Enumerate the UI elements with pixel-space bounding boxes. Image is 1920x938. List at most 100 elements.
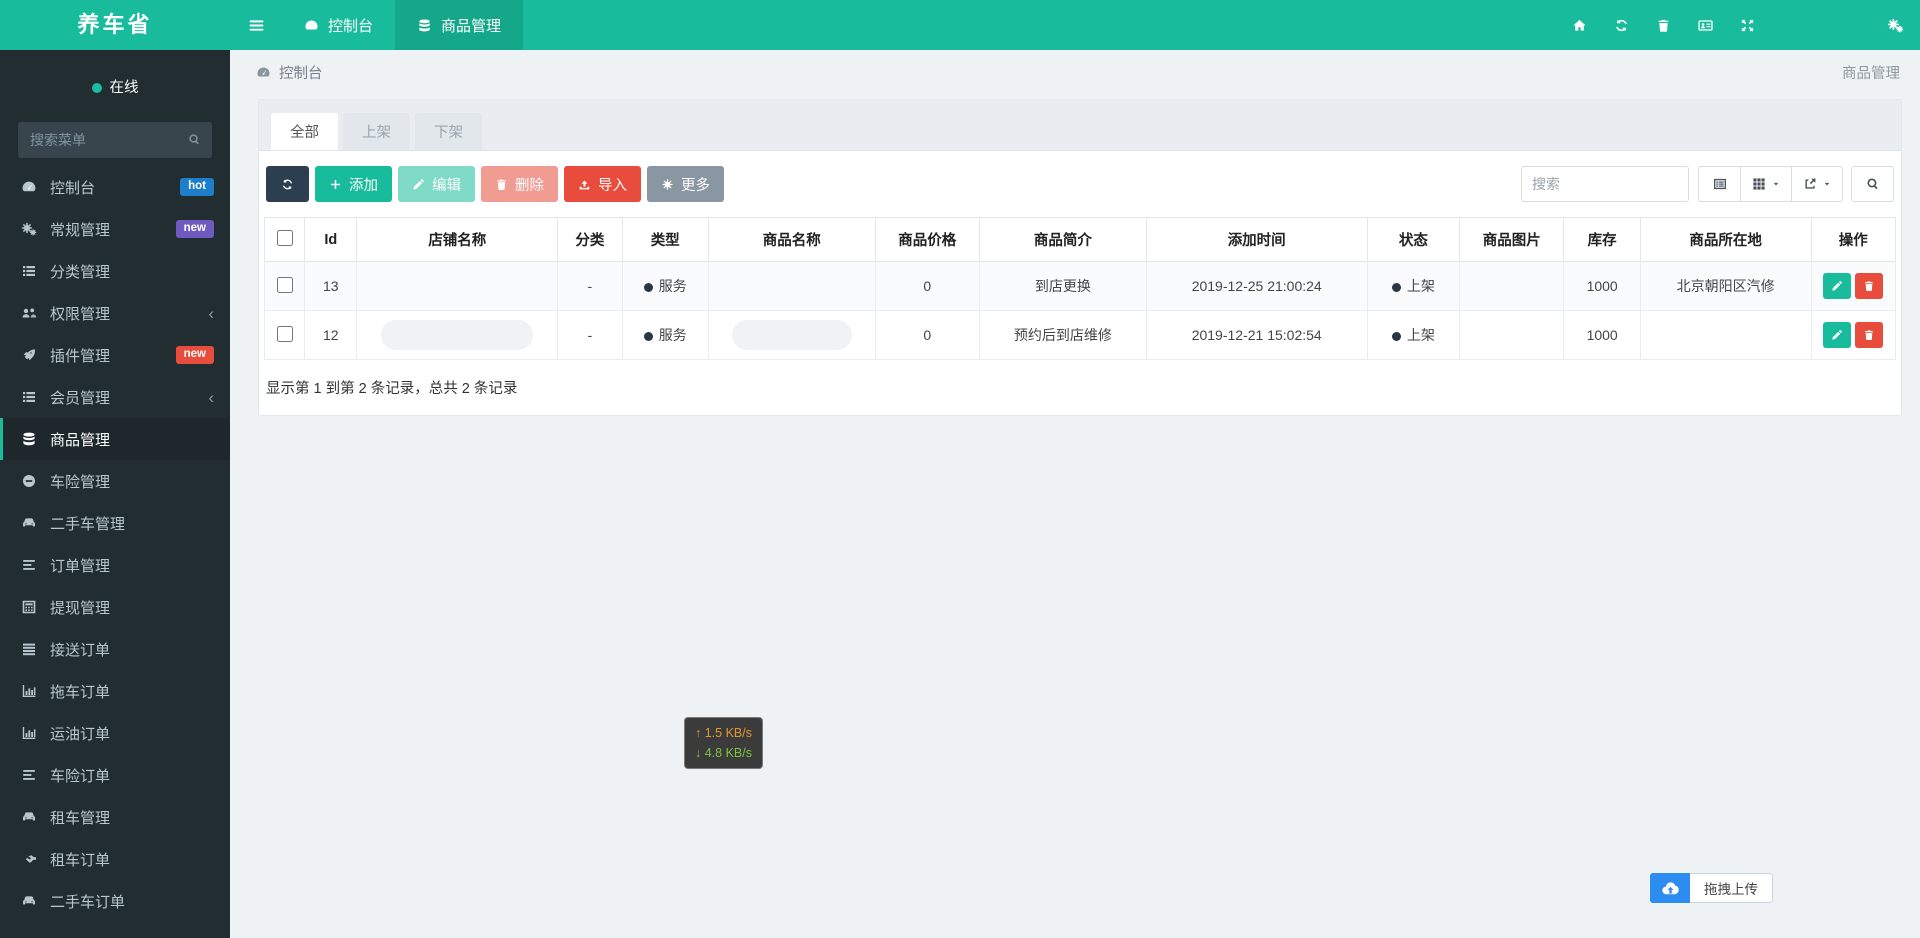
- top-tab-控制台[interactable]: 控制台: [282, 0, 395, 50]
- minus-circle-icon: [21, 473, 37, 489]
- sidebar-item-分类管理[interactable]: 分类管理: [0, 250, 230, 292]
- sidebar-item-label: 车险订单: [50, 767, 111, 785]
- trash-button[interactable]: [1656, 18, 1671, 33]
- column-header[interactable]: 商品简介: [979, 217, 1147, 262]
- column-header[interactable]: Id: [304, 217, 358, 262]
- handshake-icon: [21, 851, 37, 867]
- columns-button[interactable]: [1740, 166, 1792, 202]
- caret-down-icon: [1772, 180, 1780, 188]
- breadcrumb-label[interactable]: 控制台: [279, 62, 323, 83]
- sidebar-item-运油订单[interactable]: 运油订单: [0, 712, 230, 754]
- cell-stock: 1000: [1563, 310, 1641, 360]
- cloud-upload-button[interactable]: [1650, 873, 1690, 903]
- grid-icon: [1752, 177, 1766, 191]
- edit-button[interactable]: 编辑: [398, 166, 475, 202]
- calculator-icon: [21, 599, 37, 615]
- toggle-view-button[interactable]: [1698, 166, 1741, 202]
- edit-row-button[interactable]: [1823, 273, 1852, 299]
- delete-button[interactable]: 删除: [481, 166, 558, 202]
- app-logo[interactable]: 养车省: [0, 0, 230, 50]
- sidebar-item-label: 权限管理: [50, 305, 111, 323]
- sidebar-item-订单管理[interactable]: 订单管理: [0, 544, 230, 586]
- sidebar-item-label: 分类管理: [50, 263, 111, 281]
- home-button[interactable]: [1572, 18, 1587, 33]
- export-icon: [1803, 177, 1817, 191]
- cell-price: 0: [874, 310, 981, 360]
- sidebar-item-商品管理[interactable]: 商品管理: [0, 418, 230, 460]
- cell-name: [707, 310, 876, 360]
- add-button[interactable]: 添加: [315, 166, 392, 202]
- sidebar-search-input[interactable]: [18, 122, 212, 158]
- more-button[interactable]: 更多: [647, 166, 724, 202]
- column-header[interactable]: 添加时间: [1145, 217, 1368, 262]
- cell-actions: [1810, 261, 1897, 311]
- sidebar-item-label: 接送订单: [50, 641, 111, 659]
- sidebar-item-接送订单[interactable]: 接送订单: [0, 628, 230, 670]
- filter-tab-全部[interactable]: 全部: [271, 113, 338, 150]
- sidebar-item-label: 租车管理: [50, 809, 111, 827]
- table-row: 13 - 服务 0 到店更换 2019-12-25 21:00:24 上架 1000 北京朝阳区…: [263, 261, 1897, 311]
- column-header[interactable]: 商品价格: [874, 217, 981, 262]
- car-icon: [21, 893, 37, 909]
- table-search-input[interactable]: [1521, 166, 1689, 202]
- column-header[interactable]: 类型: [621, 217, 709, 262]
- column-header[interactable]: 操作: [1810, 217, 1897, 262]
- sidebar-item-label: 商品管理: [50, 431, 111, 449]
- cell-checkbox: [263, 310, 306, 360]
- refresh-button[interactable]: [1614, 18, 1629, 33]
- column-header[interactable]: 店铺名称: [356, 217, 559, 262]
- search-go-button[interactable]: [1851, 166, 1894, 202]
- bars-icon: [21, 641, 37, 657]
- column-header[interactable]: 分类: [557, 217, 623, 262]
- import-button[interactable]: 导入: [564, 166, 641, 202]
- id-card-button[interactable]: [1698, 18, 1713, 33]
- delete-row-button[interactable]: [1855, 322, 1884, 348]
- column-header[interactable]: 商品所在地: [1639, 217, 1812, 262]
- download-speed: ↓ 4.8 KB/s: [695, 746, 752, 760]
- sidebar-item-会员管理[interactable]: 会员管理 ‹: [0, 376, 230, 418]
- drag-upload-label[interactable]: 拖拽上传: [1690, 873, 1773, 903]
- settings-button[interactable]: [1887, 0, 1904, 50]
- home-icon: [1572, 18, 1587, 33]
- sidebar-item-二手车订单[interactable]: 二手车订单: [0, 880, 230, 922]
- sidebar-item-常规管理[interactable]: 常规管理 new: [0, 208, 230, 250]
- col-checkbox: [263, 217, 306, 262]
- sidebar-item-控制台[interactable]: 控制台 hot: [0, 166, 230, 208]
- sidebar-item-权限管理[interactable]: 权限管理 ‹: [0, 292, 230, 334]
- row-checkbox[interactable]: [276, 276, 293, 293]
- column-header[interactable]: 库存: [1563, 217, 1641, 262]
- select-all-checkbox[interactable]: [276, 229, 293, 246]
- cell-stock: 1000: [1563, 261, 1641, 311]
- delete-row-button[interactable]: [1855, 273, 1884, 299]
- export-button[interactable]: [1791, 166, 1843, 202]
- chevron-left-icon: ‹: [208, 387, 214, 407]
- menu-toggle-button[interactable]: [230, 0, 282, 50]
- sidebar-item-label: 运油订单: [50, 725, 111, 743]
- row-checkbox[interactable]: [276, 325, 293, 342]
- menu-badge: new: [175, 346, 214, 364]
- edit-row-button[interactable]: [1823, 322, 1852, 348]
- sidebar-item-租车管理[interactable]: 租车管理: [0, 796, 230, 838]
- column-header[interactable]: 商品图片: [1459, 217, 1565, 262]
- filter-tab-下架[interactable]: 下架: [415, 113, 482, 150]
- sidebar-item-二手车管理[interactable]: 二手车管理: [0, 502, 230, 544]
- drag-upload-widget[interactable]: 拖拽上传: [1650, 873, 1773, 903]
- sidebar-item-插件管理[interactable]: 插件管理 new: [0, 334, 230, 376]
- column-header[interactable]: 状态: [1366, 217, 1461, 262]
- sidebar-item-拖车订单[interactable]: 拖车订单: [0, 670, 230, 712]
- bar-chart-icon: [21, 683, 37, 699]
- expand-button[interactable]: [1740, 18, 1755, 33]
- filter-tab-上架[interactable]: 上架: [343, 113, 410, 150]
- cell-id: 12: [304, 310, 358, 360]
- sidebar-item-车险管理[interactable]: 车险管理: [0, 460, 230, 502]
- column-header[interactable]: 商品名称: [707, 217, 876, 262]
- top-tab-商品管理[interactable]: 商品管理: [395, 0, 524, 50]
- expand-icon: [1740, 18, 1755, 33]
- sidebar-item-租车订单[interactable]: 租车订单: [0, 838, 230, 880]
- refresh-button[interactable]: [266, 166, 309, 202]
- sidebar-item-提现管理[interactable]: 提现管理: [0, 586, 230, 628]
- pencil-icon: [412, 178, 425, 191]
- sidebar-item-车险订单[interactable]: 车险订单: [0, 754, 230, 796]
- sidebar-menu: 控制台 hot 常规管理 new 分类管理 权限管理 ‹ 插件管理 new 会员管理 ‹ 商品管理 车险…: [0, 166, 230, 922]
- toolbar-right: [1521, 166, 1894, 202]
